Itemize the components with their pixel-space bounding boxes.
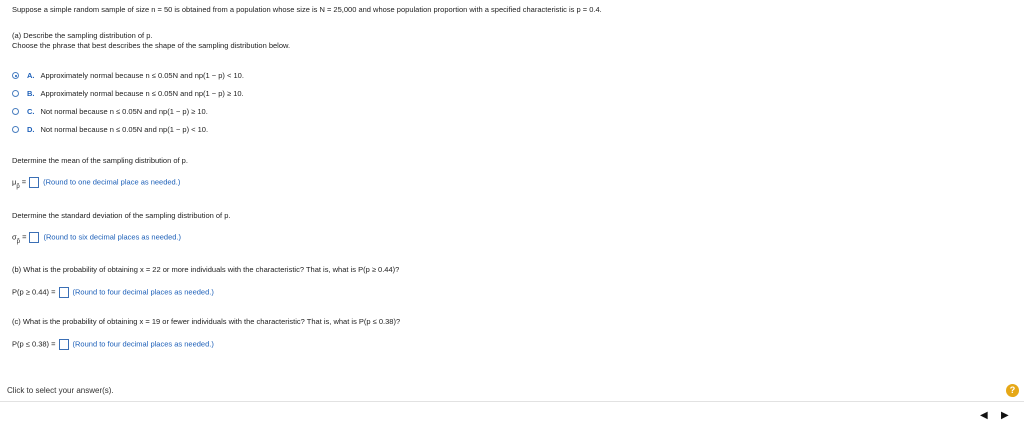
radio-button-selected[interactable]: [12, 72, 19, 79]
mean-input[interactable]: [29, 177, 40, 188]
part-b-label: P(p ≥ 0.44) =: [12, 287, 56, 297]
choice-letter: A.: [27, 71, 35, 80]
part-b-question: (b) What is the probability of obtaining…: [12, 265, 400, 274]
problem-statement: Suppose a simple random sample of size n…: [12, 5, 602, 14]
part-b-input[interactable]: [58, 287, 69, 298]
radio-button[interactable]: [12, 108, 19, 115]
choice-text: Approximately normal because n ≤ 0.05N a…: [40, 89, 244, 98]
previous-arrow-icon[interactable]: ◀: [980, 410, 988, 421]
choice-text: Not normal because n ≤ 0.05N and np(1 − …: [40, 125, 209, 134]
part-b-hint: (Round to four decimal places as needed.…: [72, 287, 214, 297]
part-c-question: (c) What is the probability of obtaining…: [12, 317, 401, 326]
sd-symbol: σ: [12, 232, 17, 242]
p-hat-subscript: p̂: [16, 239, 20, 246]
part-a-title: (a) Describe the sampling distribution o…: [12, 31, 153, 40]
sd-hint: (Round to six decimal places as needed.): [43, 232, 182, 242]
choice-d[interactable]: D. Not normal because n ≤ 0.05N and np(1…: [12, 125, 208, 134]
choice-b[interactable]: B. Approximately normal because n ≤ 0.05…: [12, 89, 244, 98]
p-hat-subscript: p̂: [16, 184, 20, 191]
part-c-label: P(p ≤ 0.38) =: [12, 339, 56, 349]
choice-letter: D.: [27, 125, 35, 134]
radio-button[interactable]: [12, 90, 19, 97]
choice-letter: B.: [27, 89, 35, 98]
sd-input[interactable]: [29, 232, 40, 243]
radio-button[interactable]: [12, 126, 19, 133]
footer-divider: [0, 401, 1024, 402]
choice-text: Approximately normal because n ≤ 0.05N a…: [40, 71, 244, 80]
choice-c[interactable]: C. Not normal because n ≤ 0.05N and np(1…: [12, 107, 208, 116]
mean-hint: (Round to one decimal place as needed.): [43, 177, 181, 187]
mean-prompt: Determine the mean of the sampling distr…: [12, 156, 188, 165]
part-b-answer-row: P(p ≥ 0.44) = (Round to four decimal plac…: [12, 287, 214, 298]
part-a-instruction: Choose the phrase that best describes th…: [12, 41, 291, 50]
mean-answer-row: μp̂ = (Round to one decimal place as need…: [12, 177, 181, 191]
next-arrow-icon[interactable]: ▶: [1001, 410, 1009, 421]
choice-letter: C.: [27, 107, 35, 116]
help-icon[interactable]: ?: [1006, 384, 1019, 397]
part-c-answer-row: P(p ≤ 0.38) = (Round to four decimal plac…: [12, 339, 214, 350]
part-c-input[interactable]: [58, 339, 69, 350]
sd-prompt: Determine the standard deviation of the …: [12, 211, 231, 220]
choice-text: Not normal because n ≤ 0.05N and np(1 − …: [40, 107, 208, 116]
sd-answer-row: σp̂ = (Round to six decimal places as nee…: [12, 232, 182, 246]
footer-instruction: Click to select your answer(s).: [7, 386, 114, 395]
choice-a[interactable]: A. Approximately normal because n ≤ 0.05…: [12, 71, 244, 80]
part-c-hint: (Round to four decimal places as needed.…: [72, 339, 214, 349]
